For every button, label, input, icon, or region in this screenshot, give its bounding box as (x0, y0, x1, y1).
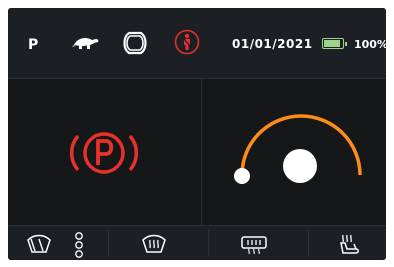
gauge-panel (202, 79, 386, 225)
divider (308, 230, 309, 257)
turtle-icon (72, 34, 100, 56)
gauge-start-dot (234, 168, 250, 184)
parking-brake-panel (8, 79, 202, 225)
battery-level-fill (324, 40, 340, 47)
battery-percent: 100% (354, 38, 386, 51)
gauge-knob[interactable] (283, 149, 317, 183)
seatbelt-icon (174, 29, 200, 59)
gear-indicator: P (28, 37, 39, 53)
rear-defrost-icon[interactable] (240, 234, 268, 258)
divider (108, 230, 109, 257)
front-wiper-icon[interactable] (26, 232, 52, 260)
divider (208, 230, 209, 257)
date-display: 01/01/2021 (232, 37, 313, 51)
status-bar: P 01/01/2021 100% (8, 8, 386, 79)
seat-heater-icon[interactable] (338, 231, 362, 260)
bottom-control-bar (8, 225, 386, 260)
wiper-mode-selector[interactable] (73, 230, 85, 260)
battery-icon (322, 38, 347, 49)
speed-arc-gauge (234, 114, 362, 184)
parking-brake-icon (64, 123, 144, 187)
tire-pressure-icon (120, 30, 150, 60)
windshield-defrost-icon[interactable] (141, 232, 167, 260)
dashboard-screen: P 01/01/2021 100% (8, 8, 386, 260)
